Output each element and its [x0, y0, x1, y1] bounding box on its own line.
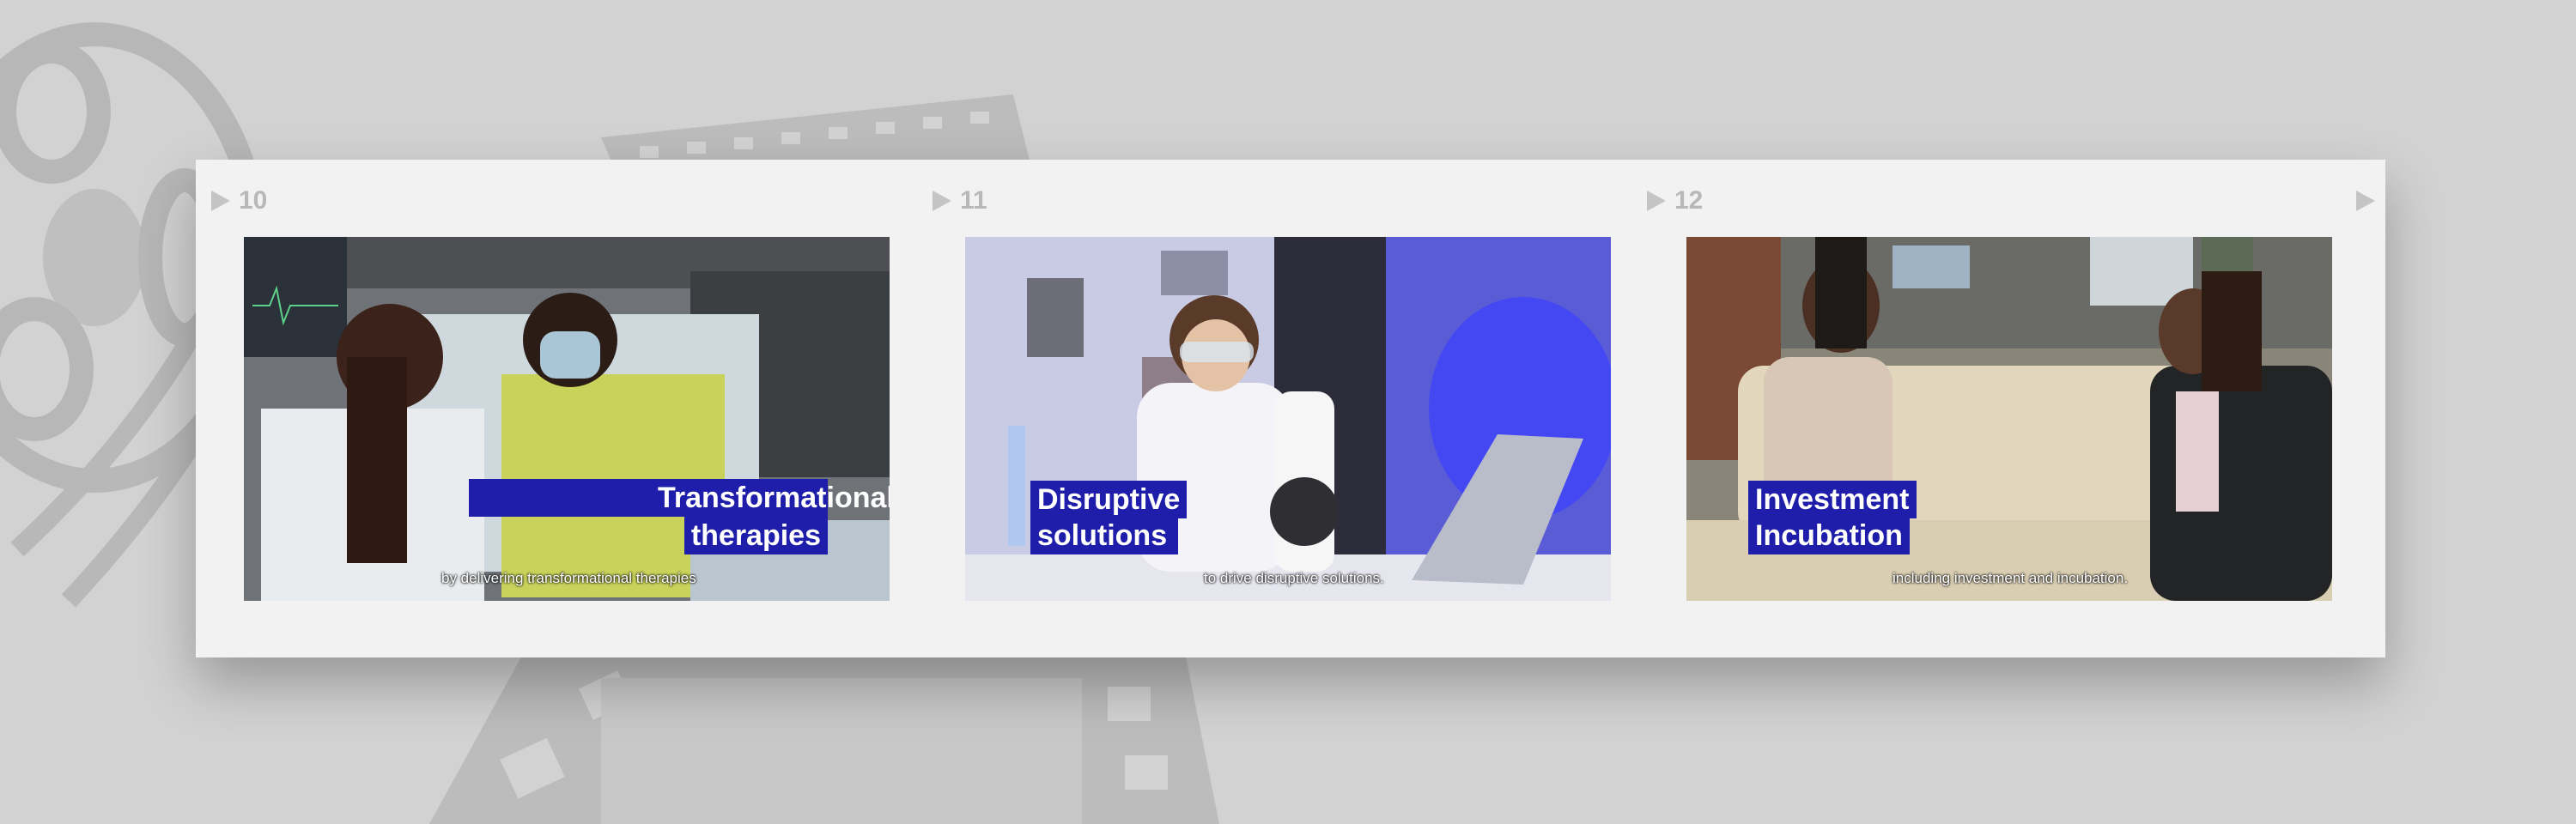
frame-caption: including investment and incubation. — [1893, 570, 2129, 586]
frame-title-line1: Investment — [1748, 481, 1917, 518]
play-marker-icon — [211, 191, 230, 211]
frame-thumbnail-10[interactable]: Transformational therapies by delivering… — [244, 237, 890, 601]
frame-title-line2: Incubation — [1748, 517, 1910, 554]
frame-title-line1: Disruptive — [1030, 481, 1188, 518]
frame-title-line2: therapies — [683, 517, 828, 554]
frame-title-line1: Transformational — [469, 479, 890, 517]
frame-number-label: 11 — [960, 186, 987, 215]
frame-number-10: 10 — [211, 185, 267, 216]
frame-number-label: 10 — [239, 186, 268, 215]
frame-number-12: 12 — [1647, 185, 1703, 216]
frame-number-label: 12 — [1674, 186, 1704, 215]
play-marker-icon — [2356, 191, 2375, 211]
frame-thumbnail-12[interactable]: Investment Incubation including investme… — [1686, 237, 2332, 601]
frame-thumbnail-11[interactable]: Disruptive solutions to drive disruptive… — [965, 237, 1611, 601]
frame-caption: to drive disruptive solutions. — [1204, 570, 1384, 586]
storyboard-panel: 10 Transformational therapies by deliver… — [196, 160, 2385, 657]
play-marker-icon — [933, 191, 951, 211]
frame-title-line2: solutions — [1030, 517, 1178, 554]
frame-number-11: 11 — [933, 185, 987, 216]
play-marker-icon — [1647, 191, 1666, 211]
film-strip-icon — [429, 652, 1219, 824]
end-marker — [2356, 191, 2375, 211]
frame-caption: by delivering transformational therapies — [441, 570, 696, 586]
